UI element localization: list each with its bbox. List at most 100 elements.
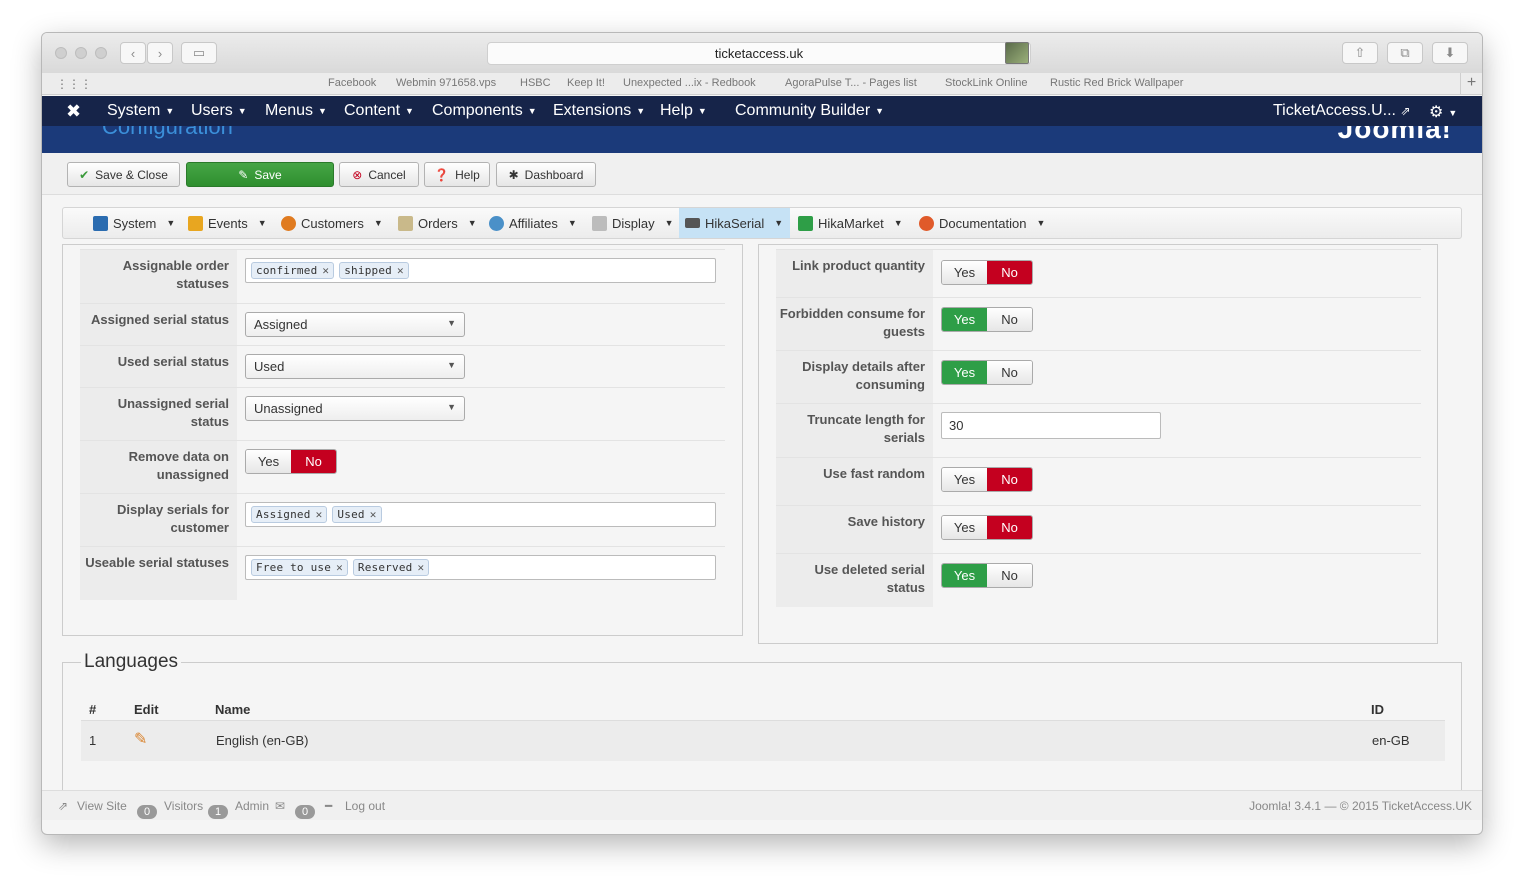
link-quantity-toggle[interactable]: Yes No: [941, 260, 1033, 285]
visitors-link[interactable]: Visitors: [164, 799, 203, 813]
no-option[interactable]: No: [987, 516, 1032, 539]
forbidden-consume-toggle[interactable]: Yes No: [941, 307, 1033, 332]
no-option[interactable]: No: [987, 564, 1032, 587]
yes-option[interactable]: Yes: [942, 261, 987, 284]
forward-button[interactable]: ›: [147, 42, 173, 64]
submenu-display[interactable]: Display ▼: [586, 208, 680, 238]
joomla-logo-icon[interactable]: ✖: [66, 101, 81, 122]
address-bar[interactable]: ticketaccess.uk ↻: [487, 42, 1031, 65]
submenu-orders[interactable]: Orders ▼: [392, 208, 483, 238]
config-label: Link product quantity: [776, 250, 933, 297]
yes-option[interactable]: Yes: [246, 450, 291, 473]
save-close-button[interactable]: ✔ Save & Close: [67, 162, 180, 187]
add-tab-button[interactable]: +: [1460, 73, 1482, 95]
remove-tag-icon[interactable]: ✕: [322, 264, 329, 277]
submenu-hikaserial[interactable]: HikaSerial ▼: [679, 208, 790, 238]
useable-statuses-input[interactable]: Free to use ✕ Reserved ✕: [245, 555, 716, 580]
cancel-button[interactable]: ⊗ Cancel: [339, 162, 419, 187]
bookmark[interactable]: Facebook: [328, 77, 376, 89]
yes-option[interactable]: Yes: [942, 308, 987, 331]
browser-window: ‹ › ▭ ticketaccess.uk ↻ ⇧ ⧉ ⬇ ⋮⋮⋮ Facebo…: [42, 33, 1482, 834]
assigned-status-select[interactable]: Assigned ▼: [245, 312, 465, 337]
help-button[interactable]: ❓ Help: [424, 162, 490, 187]
nav-content[interactable]: Content ▼: [344, 102, 414, 120]
unassigned-status-select[interactable]: Unassigned ▼: [245, 396, 465, 421]
affiliates-icon: [489, 215, 504, 231]
remove-tag-icon[interactable]: ✕: [417, 561, 424, 574]
edit-icon[interactable]: ✎: [134, 729, 147, 749]
yes-option[interactable]: Yes: [942, 361, 987, 384]
yes-option[interactable]: Yes: [942, 564, 987, 587]
share-button[interactable]: ⇧: [1342, 42, 1378, 64]
bookmark[interactable]: AgoraPulse T... - Pages list: [785, 77, 917, 89]
used-status-select[interactable]: Used ▼: [245, 354, 465, 379]
nav-users[interactable]: Users ▼: [191, 102, 247, 120]
tabs-button[interactable]: ⧉: [1387, 42, 1423, 64]
admin-link[interactable]: Admin: [235, 799, 269, 813]
fast-random-toggle[interactable]: Yes No: [941, 467, 1033, 492]
close-window-button[interactable]: [55, 47, 67, 59]
bookmark[interactable]: Rustic Red Brick Wallpaper: [1050, 77, 1183, 89]
no-option[interactable]: No: [987, 261, 1032, 284]
zoom-window-button[interactable]: [95, 47, 107, 59]
sidebar-button[interactable]: ▭: [181, 42, 217, 64]
bookmark[interactable]: Webmin 971658.vps: [396, 77, 496, 89]
submenu-affiliates[interactable]: Affiliates ▼: [483, 208, 583, 238]
settings-menu[interactable]: ⚙ ▼: [1429, 102, 1457, 122]
remove-tag-icon[interactable]: ✕: [397, 264, 404, 277]
bookmark[interactable]: HSBC: [520, 77, 551, 89]
display-serials-input[interactable]: Assigned ✕ Used ✕: [245, 502, 716, 527]
caret-down-icon: ▼: [636, 105, 646, 116]
grid-icon[interactable]: ⋮⋮⋮: [56, 77, 92, 91]
no-option[interactable]: No: [291, 450, 336, 473]
no-option[interactable]: No: [987, 468, 1032, 491]
save-button[interactable]: ✎ Save: [186, 162, 334, 187]
nav-menus[interactable]: Menus ▼: [265, 102, 327, 120]
remove-tag-icon[interactable]: ✕: [316, 508, 323, 521]
yes-option[interactable]: Yes: [942, 468, 987, 491]
nav-help[interactable]: Help ▼: [660, 102, 707, 120]
admin-nav: ✖ System ▼ Users ▼ Menus ▼ Content ▼ Compone…: [42, 96, 1482, 126]
config-label: Save history: [776, 506, 933, 553]
remove-tag-icon[interactable]: ✕: [370, 508, 377, 521]
config-label: Assigned serial status: [80, 304, 237, 345]
right-config-panel: Link product quantity Yes No Forbidden co…: [758, 244, 1438, 644]
nav-community-builder[interactable]: Community Builder ▼: [735, 102, 884, 120]
minimize-window-button[interactable]: [75, 47, 87, 59]
deleted-status-toggle[interactable]: Yes No: [941, 563, 1033, 588]
dashboard-icon: ✱: [508, 167, 519, 182]
truncate-length-input[interactable]: 30: [941, 412, 1161, 439]
assignable-statuses-input[interactable]: confirmed ✕ shipped ✕: [245, 258, 716, 283]
help-icon: ❓: [434, 167, 450, 182]
chevron-right-icon: ›: [157, 45, 163, 61]
submenu-events[interactable]: Events ▼: [182, 208, 273, 238]
display-details-toggle[interactable]: Yes No: [941, 360, 1033, 385]
no-option[interactable]: No: [987, 308, 1032, 331]
version-text: Joomla! 3.4.1 — © 2015 TicketAccess.UK: [1249, 799, 1472, 813]
bookmark[interactable]: Unexpected ...ix - Redbook: [623, 77, 756, 89]
dashboard-button[interactable]: ✱ Dashboard: [496, 162, 596, 187]
tabs-icon: ⧉: [1400, 45, 1410, 60]
nav-system[interactable]: System ▼: [107, 102, 174, 120]
check-icon: ✔: [79, 167, 90, 182]
caret-down-icon: ▼: [774, 218, 784, 228]
save-history-toggle[interactable]: Yes No: [941, 515, 1033, 540]
bookmark[interactable]: Keep It!: [567, 77, 605, 89]
submenu-system[interactable]: System ▼: [87, 208, 181, 238]
view-site-link[interactable]: View Site: [77, 799, 127, 813]
back-button[interactable]: ‹: [120, 42, 146, 64]
logout-link[interactable]: Log out: [345, 799, 385, 813]
submenu-documentation[interactable]: Documentation ▼: [913, 208, 1051, 238]
remove-data-toggle[interactable]: Yes No: [245, 449, 337, 474]
remove-tag-icon[interactable]: ✕: [336, 561, 343, 574]
downloads-button[interactable]: ⬇: [1432, 42, 1468, 64]
site-link[interactable]: TicketAccess.U... ⇗: [1273, 102, 1411, 120]
yes-option[interactable]: Yes: [942, 516, 987, 539]
submenu-hikamarket[interactable]: HikaMarket ▼: [792, 208, 909, 238]
nav-extensions[interactable]: Extensions ▼: [553, 102, 645, 120]
no-option[interactable]: No: [987, 361, 1032, 384]
nav-components[interactable]: Components ▼: [432, 102, 537, 120]
page-thumbnail-icon[interactable]: [1005, 42, 1029, 64]
submenu-customers[interactable]: Customers ▼: [275, 208, 389, 238]
bookmark[interactable]: StockLink Online: [945, 77, 1028, 89]
